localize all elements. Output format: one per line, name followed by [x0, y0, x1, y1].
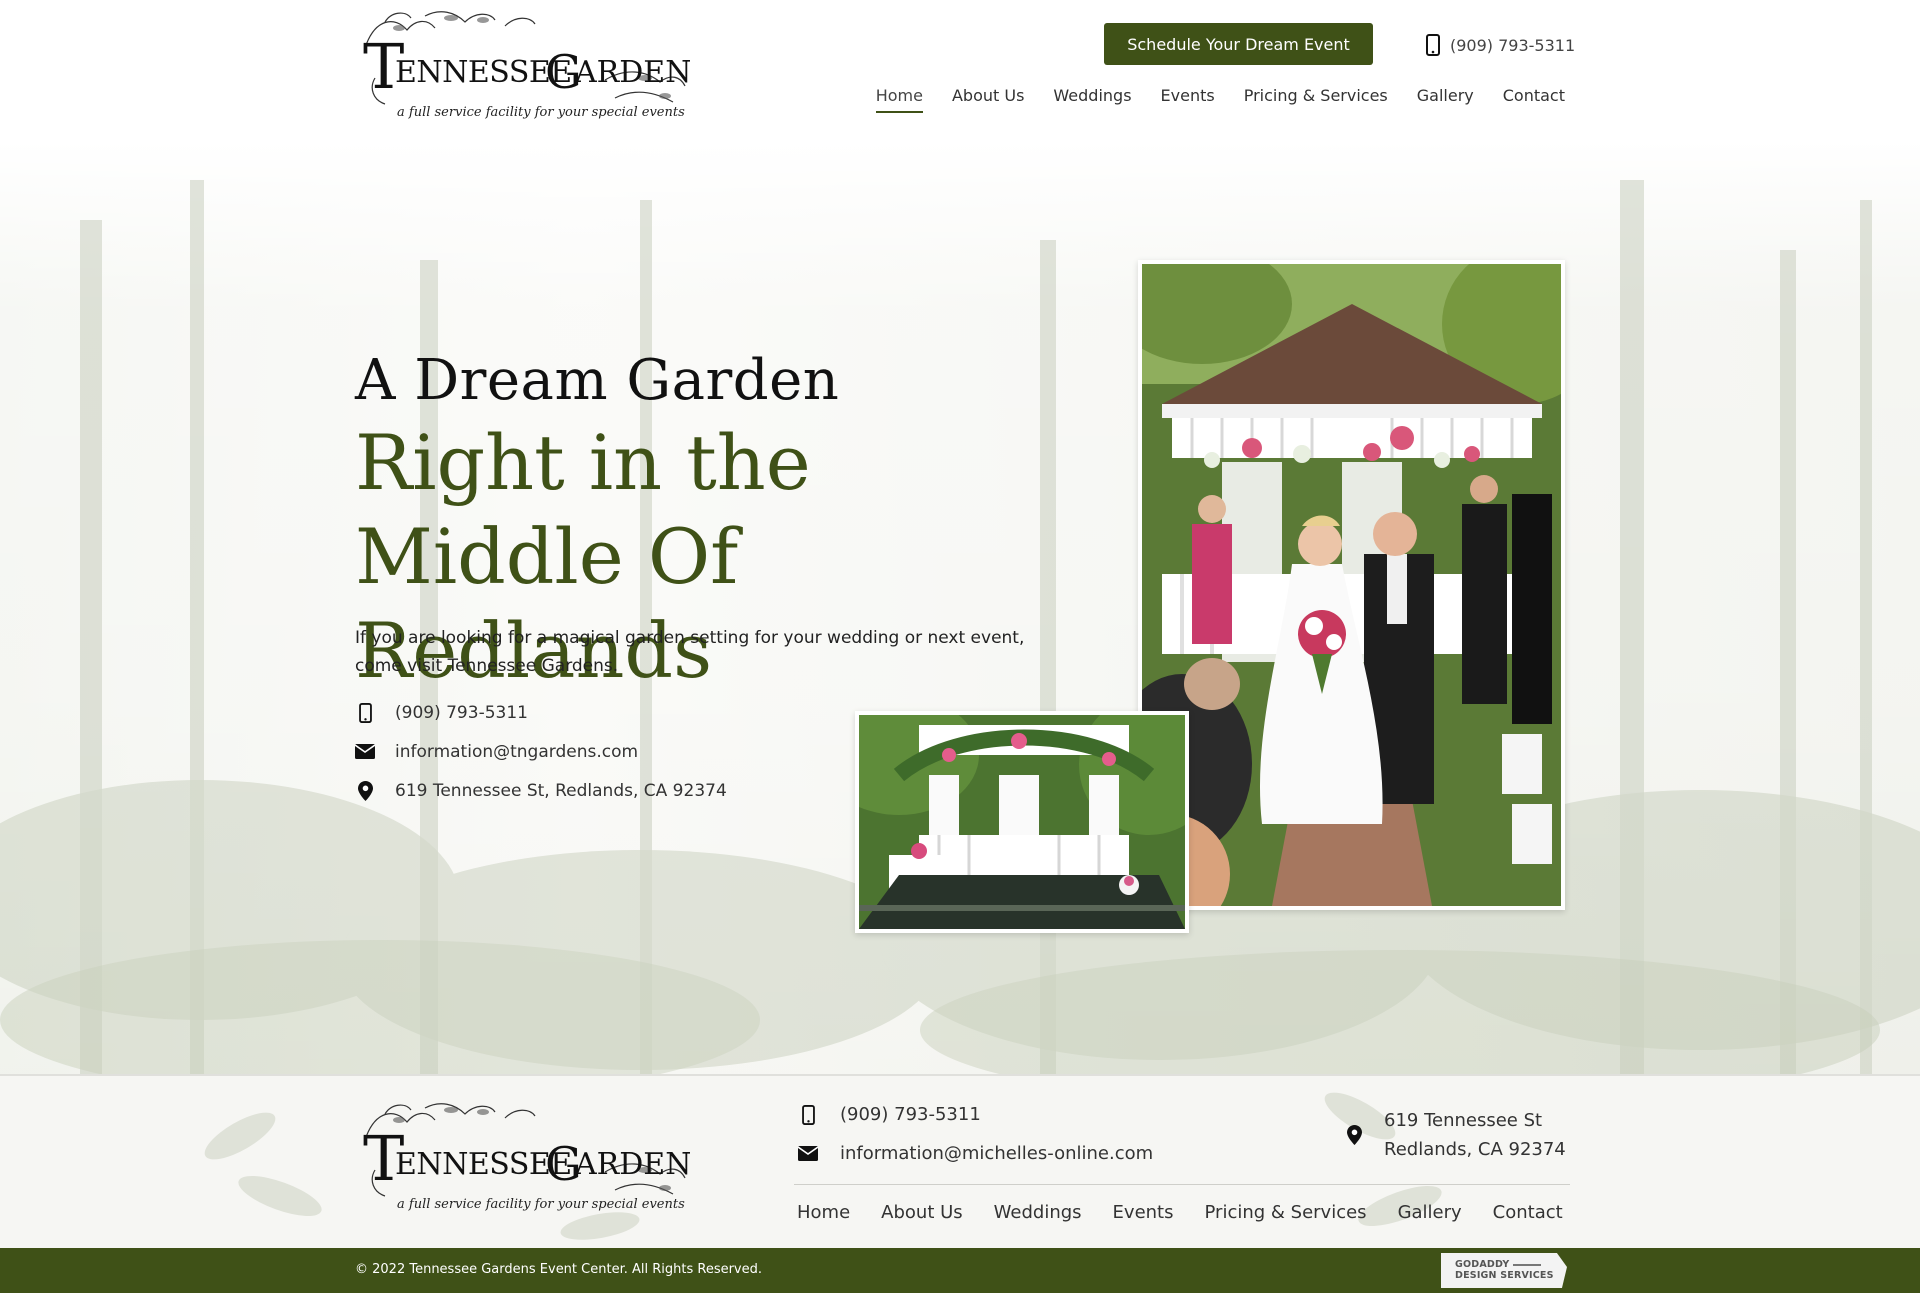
footer-address-line2: Redlands, CA 92374: [1384, 1139, 1566, 1160]
hero-address[interactable]: 619 Tennessee St, Redlands, CA 92374: [355, 780, 727, 801]
footer-nav: Home About Us Weddings Events Pricing & …: [797, 1202, 1563, 1223]
footer-logo[interactable]: T ENNESSEE G ARDENS a full service facil…: [355, 1100, 712, 1215]
footer-nav-home[interactable]: Home: [797, 1202, 850, 1223]
site-header: T ENNESSEE G ARDENS a full service facil…: [0, 0, 1920, 140]
main-nav: Home About Us Weddings Events Pricing & …: [875, 86, 1565, 113]
nav-weddings[interactable]: Weddings: [1053, 86, 1131, 113]
footer-address[interactable]: 619 Tennessee St Redlands, CA 92374: [1347, 1106, 1566, 1164]
hero-contact-list: (909) 793-5311 information@tngardens.com…: [355, 702, 727, 801]
map-pin-icon: [357, 780, 373, 801]
wedding-couple-photo: [1138, 260, 1565, 910]
footer-address-line1: 619 Tennessee St: [1384, 1110, 1543, 1131]
logo-graphic: T ENNESSEE G ARDENS a full service facil…: [363, 11, 712, 120]
hero-email[interactable]: information@tngardens.com: [355, 741, 727, 762]
footer-nav-gallery[interactable]: Gallery: [1398, 1202, 1462, 1223]
map-pin-icon: [1347, 1125, 1362, 1145]
nav-about-us[interactable]: About Us: [952, 86, 1024, 113]
footer-divider: [794, 1184, 1570, 1185]
nav-contact[interactable]: Contact: [1503, 86, 1565, 113]
svg-text:a full service facility for yo: a full service facility for your special…: [397, 1197, 685, 1212]
schedule-event-button[interactable]: Schedule Your Dream Event: [1104, 23, 1373, 65]
copyright-bar: © 2022 Tennessee Gardens Event Center. A…: [0, 1248, 1920, 1293]
nav-events[interactable]: Events: [1161, 86, 1215, 113]
footer-logo-graphic: T ENNESSEE G ARDENS a full service facil…: [363, 1103, 712, 1212]
hero-address-text: 619 Tennessee St, Redlands, CA 92374: [395, 780, 727, 801]
nav-pricing-services[interactable]: Pricing & Services: [1244, 86, 1388, 113]
envelope-icon: [798, 1146, 818, 1161]
copyright-text: © 2022 Tennessee Gardens Event Center. A…: [355, 1262, 763, 1277]
wedding-couple-image: [1142, 264, 1561, 906]
hero-description: If you are looking for a magical garden …: [355, 628, 1025, 676]
site-logo[interactable]: T ENNESSEE G ARDENS a full service facil…: [355, 8, 712, 123]
footer-nav-weddings[interactable]: Weddings: [994, 1202, 1082, 1223]
gazebo-photo: [855, 711, 1189, 933]
hero-email-text: information@tngardens.com: [395, 741, 639, 762]
footer-nav-events[interactable]: Events: [1113, 1202, 1174, 1223]
envelope-icon: [355, 744, 375, 759]
footer-email[interactable]: information@michelles-online.com: [798, 1143, 1153, 1164]
phone-icon: [358, 702, 372, 723]
footer-address-text: 619 Tennessee St Redlands, CA 92374: [1384, 1106, 1566, 1164]
godaddy-design-services-badge[interactable]: GODADDY DESIGN SERVICES: [1441, 1253, 1567, 1288]
site-footer: T ENNESSEE G ARDENS a full service facil…: [0, 1074, 1920, 1248]
nav-home[interactable]: Home: [875, 86, 924, 113]
header-phone[interactable]: (909) 793-5311: [1426, 32, 1575, 58]
hero-phone-text: (909) 793-5311: [395, 702, 528, 723]
footer-nav-contact[interactable]: Contact: [1493, 1202, 1563, 1223]
footer-phone-text: (909) 793-5311: [840, 1104, 981, 1125]
footer-nav-pricing-services[interactable]: Pricing & Services: [1205, 1202, 1367, 1223]
phone-icon: [801, 1104, 815, 1125]
hero-title-line1: A Dream Garden: [355, 348, 840, 413]
svg-text:ARDENS: ARDENS: [574, 1147, 690, 1182]
badge-line2: DESIGN SERVICES: [1455, 1270, 1554, 1281]
gazebo-image: [859, 715, 1185, 929]
hero-section: A Dream Garden Right in the Middle Of Re…: [0, 140, 1920, 1074]
nav-gallery[interactable]: Gallery: [1417, 86, 1474, 113]
badge-line1: GODADDY: [1455, 1259, 1567, 1270]
phone-icon: [1426, 34, 1440, 56]
footer-nav-about-us[interactable]: About Us: [881, 1202, 963, 1223]
footer-email-text: information@michelles-online.com: [840, 1143, 1154, 1164]
header-phone-number: (909) 793-5311: [1450, 35, 1576, 55]
svg-text:a full service facility for yo: a full service facility for your special…: [397, 105, 685, 120]
footer-contact-list: (909) 793-5311 information@michelles-onl…: [798, 1104, 1153, 1164]
svg-text:ARDENS: ARDENS: [574, 55, 690, 90]
footer-phone[interactable]: (909) 793-5311: [798, 1104, 1153, 1125]
hero-phone[interactable]: (909) 793-5311: [355, 702, 727, 723]
